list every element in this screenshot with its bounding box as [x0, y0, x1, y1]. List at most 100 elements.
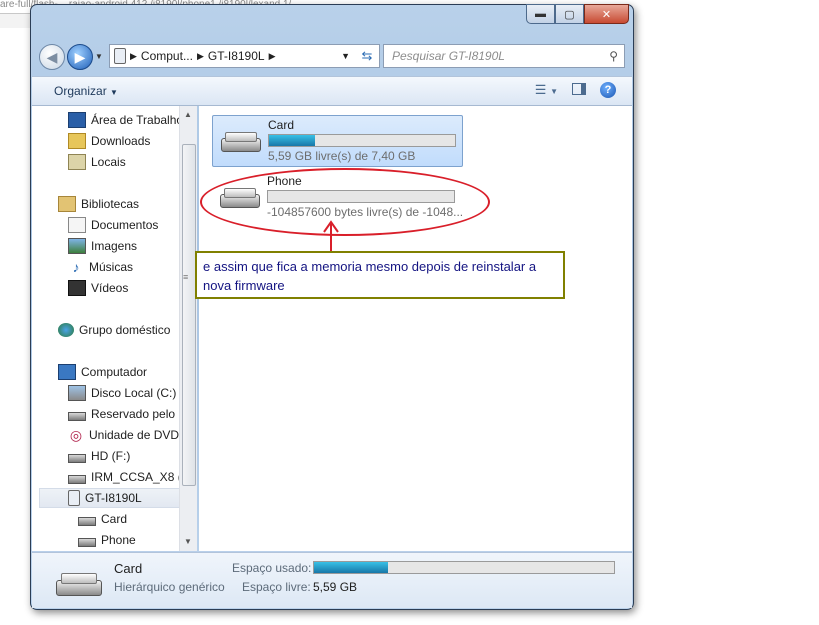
annotation-note: e assim que fica a memoria mesmo depois …: [195, 251, 565, 299]
chevron-right-icon: ▶: [268, 50, 276, 61]
free-space-value: 5,59 GB: [313, 580, 358, 594]
nav-item-documents[interactable]: Documentos: [68, 215, 158, 235]
chevron-right-icon: ▶: [130, 50, 137, 61]
nav-item-label: Bibliotecas: [81, 197, 140, 211]
nav-item-recent-places[interactable]: Locais: [68, 152, 126, 172]
nav-item-gt-i8190l[interactable]: GT-I8190L: [39, 488, 180, 508]
details-drive-icon: [56, 571, 102, 597]
music-icon: ♪: [72, 259, 80, 275]
libraries-icon: [58, 196, 76, 212]
free-space-label: Espaço livre:: [242, 580, 311, 594]
dvd-drive-icon: ◎: [69, 427, 83, 443]
organize-label: Organizar: [54, 84, 107, 98]
computer-icon: [58, 364, 76, 380]
used-space-label: Espaço usado:: [232, 561, 312, 575]
nav-item-desktop[interactable]: Área de Trabalho: [68, 110, 183, 130]
drive-icon: [78, 538, 96, 547]
command-bar: Organizar ▼ ☰ ▼ ?: [32, 76, 632, 106]
details-pane: Card Hierárquico genérico Espaço usado: …: [32, 552, 632, 608]
nav-item-label: Locais: [91, 155, 126, 169]
caption-buttons: ▬ ▢ ✕: [526, 4, 629, 24]
nav-item-irm[interactable]: IRM_CCSA_X8 (G: [68, 467, 191, 487]
address-dropdown-icon[interactable]: ▼: [341, 51, 350, 61]
address-bar[interactable]: ▶ Comput... ▶ GT-I8190L ▶ ▼: [109, 44, 357, 68]
explorer-window: ▬ ▢ ✕ ◀ ▶ ▼ ▶ Comput... ▶ GT-I8190L ▶ ▼ …: [30, 4, 634, 610]
refresh-icon: ⇆: [361, 48, 373, 63]
scroll-down-icon[interactable]: ▼: [184, 537, 192, 546]
view-options-button[interactable]: ☰ ▼: [535, 82, 558, 98]
help-icon: ?: [604, 84, 612, 96]
breadcrumb-computer[interactable]: Comput...: [141, 49, 193, 63]
nav-item-computer[interactable]: Computador: [58, 362, 147, 382]
view-list-icon: ☰: [534, 82, 547, 97]
nav-item-libraries[interactable]: Bibliotecas: [58, 194, 139, 214]
videos-icon: [68, 280, 86, 296]
navigation-pane: Área de Trabalho Downloads Locais Biblio…: [32, 106, 197, 551]
navigation-scrollbar[interactable]: ▲ ≡ ▼: [179, 106, 197, 551]
refresh-button[interactable]: ⇆: [355, 44, 380, 68]
nav-item-label: IRM_CCSA_X8 (G: [91, 470, 192, 484]
recent-pages-dropdown[interactable]: ▼: [95, 52, 103, 61]
forward-button[interactable]: ▶: [67, 44, 93, 70]
nav-item-homegroup[interactable]: Grupo doméstico: [58, 320, 170, 340]
drive-space-text: 5,59 GB livre(s) de 7,40 GB: [268, 149, 416, 163]
nav-item-videos[interactable]: Vídeos: [68, 278, 128, 298]
nav-item-label: Documentos: [91, 218, 159, 232]
scroll-up-icon[interactable]: ▲: [184, 110, 192, 119]
phone-device-icon: [68, 490, 80, 506]
nav-item-reserved[interactable]: Reservado pelo S: [68, 404, 186, 424]
nav-item-music[interactable]: ♪ Músicas: [68, 257, 134, 277]
back-arrow-icon: ◀: [46, 48, 58, 65]
nav-item-label: Área de Trabalho: [91, 113, 184, 127]
breadcrumb-device[interactable]: GT-I8190L: [208, 49, 265, 63]
nav-item-label: Disco Local (C:): [91, 386, 177, 400]
preview-pane-button[interactable]: [572, 82, 586, 98]
annotation-ellipse: [200, 168, 490, 236]
nav-item-label: Grupo doméstico: [79, 323, 171, 337]
details-name: Card: [114, 561, 143, 576]
nav-item-pictures[interactable]: Imagens: [68, 236, 137, 256]
recent-places-icon: [68, 154, 86, 170]
search-placeholder: Pesquisar GT-I8190L: [392, 49, 505, 63]
nav-item-dvd[interactable]: ◎ Unidade de DVD-: [68, 425, 183, 445]
removable-drive-icon: [221, 130, 261, 154]
forward-arrow-icon: ▶: [74, 48, 86, 65]
scrollbar-thumb[interactable]: [182, 144, 196, 486]
nav-item-label: Downloads: [91, 134, 151, 148]
nav-item-label: GT-I8190L: [85, 491, 142, 505]
homegroup-icon: [58, 323, 74, 337]
pictures-icon: [68, 238, 86, 254]
maximize-button[interactable]: ▢: [555, 4, 584, 24]
nav-item-label: Phone: [101, 533, 136, 547]
drive-tile-card[interactable]: Card 5,59 GB livre(s) de 7,40 GB: [212, 115, 463, 167]
nav-item-label: HD (F:): [91, 449, 131, 463]
search-input[interactable]: Pesquisar GT-I8190L ⚲: [383, 44, 625, 68]
chevron-down-icon: ▼: [550, 87, 558, 96]
drive-name: Card: [268, 118, 295, 132]
preview-pane-icon: [572, 82, 586, 95]
close-button[interactable]: ✕: [584, 4, 629, 24]
nav-item-label: Card: [101, 512, 128, 526]
nav-item-label: Imagens: [91, 239, 138, 253]
chevron-down-icon: ▼: [110, 88, 118, 97]
organize-menu[interactable]: Organizar ▼: [54, 84, 118, 98]
nav-item-hd-f[interactable]: HD (F:): [68, 446, 130, 466]
used-space-bar: [313, 561, 615, 574]
used-space-fill: [314, 562, 388, 573]
help-button[interactable]: ?: [600, 82, 616, 98]
nav-item-downloads[interactable]: Downloads: [68, 131, 150, 151]
drive-icon: [68, 475, 86, 484]
nav-item-card[interactable]: Card: [78, 509, 127, 529]
minimize-button[interactable]: ▬: [526, 4, 555, 24]
drive-usage-fill: [269, 135, 315, 146]
scroll-grip-icon: ≡: [183, 272, 189, 282]
back-button[interactable]: ◀: [39, 44, 65, 70]
drive-icon: [68, 412, 86, 421]
command-bar-right: ☰ ▼ ?: [535, 82, 616, 98]
nav-item-phone[interactable]: Phone: [78, 530, 136, 550]
drive-icon: [78, 517, 96, 526]
documents-icon: [68, 217, 86, 233]
navigation-bar: ◀ ▶ ▼ ▶ Comput... ▶ GT-I8190L ▶ ▼ ⇆ Pesq…: [37, 43, 627, 70]
nav-item-local-disk[interactable]: Disco Local (C:): [68, 383, 176, 403]
chevron-right-icon: ▶: [196, 50, 204, 61]
